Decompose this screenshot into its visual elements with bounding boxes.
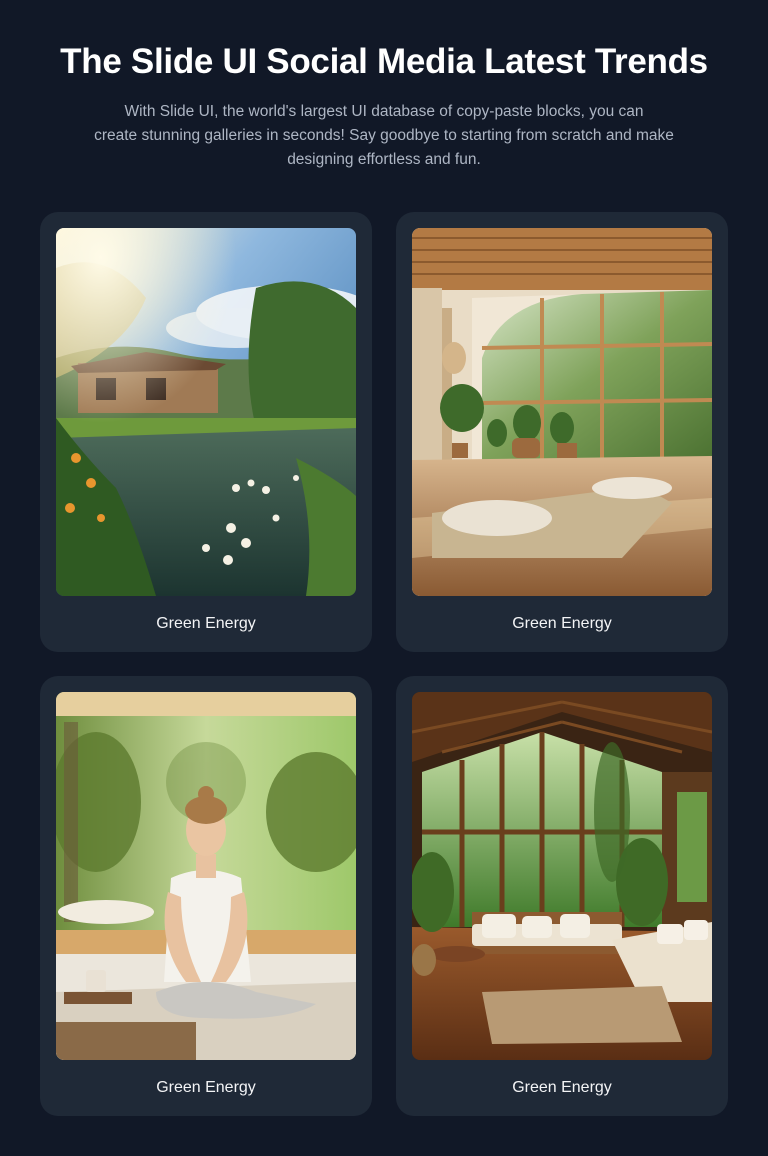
page-subtitle: With Slide UI, the world's largest UI da…	[58, 100, 710, 172]
gallery-card[interactable]: Green Energy	[396, 212, 728, 652]
page-title: The Slide UI Social Media Latest Trends	[60, 42, 708, 81]
subtitle-line: create stunning galleries in seconds! Sa…	[94, 127, 674, 144]
cabin-lounge-image	[412, 692, 712, 1060]
subtitle-line: With Slide UI, the world's largest UI da…	[124, 103, 644, 120]
gallery-card[interactable]: Green Energy	[396, 676, 728, 1116]
gallery-image[interactable]	[412, 692, 712, 1060]
gallery-image[interactable]	[56, 692, 356, 1060]
gallery-image[interactable]	[412, 228, 712, 596]
gallery-image[interactable]	[56, 228, 356, 596]
meditating-woman-image	[56, 692, 356, 1060]
card-caption: Green Energy	[512, 1079, 612, 1096]
gallery-card[interactable]: Green Energy	[40, 212, 372, 652]
wooden-room-image	[412, 228, 712, 596]
card-caption: Green Energy	[512, 615, 612, 632]
subtitle-line: designing effortless and fun.	[287, 151, 481, 168]
card-caption: Green Energy	[156, 615, 256, 632]
card-caption: Green Energy	[156, 1079, 256, 1096]
garden-pond-image	[56, 228, 356, 596]
gallery-card[interactable]: Green Energy	[40, 676, 372, 1116]
